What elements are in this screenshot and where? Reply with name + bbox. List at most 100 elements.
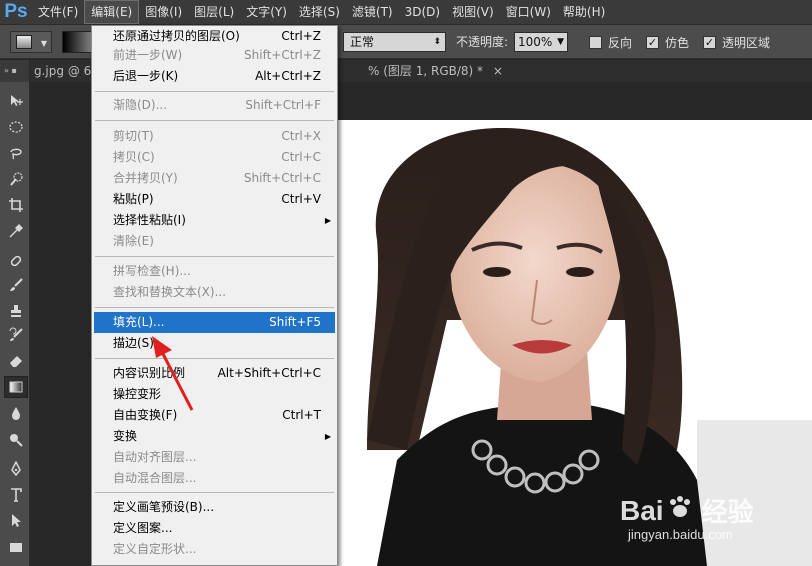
menu-item-puppet-warp[interactable]: 操控变形 — [94, 384, 335, 405]
menu-item-shortcut: Alt+Shift+Ctrl+C — [217, 366, 321, 380]
menu-item-label: 自动混合图层... — [113, 471, 197, 485]
menu-item-auto-blend-layers[interactable]: 自动混合图层... — [94, 468, 335, 489]
gradient-swatch[interactable] — [62, 31, 94, 53]
menu-item-spell-check[interactable]: 拼写检查(H)... — [94, 261, 335, 282]
stepper-arrows-icon: ⬍ — [433, 37, 441, 47]
document-tab-active[interactable]: % (图层 1, RGB/8) * × — [368, 60, 503, 82]
menu-item-clear[interactable]: 清除(E) — [94, 231, 335, 252]
menu-item-shortcut: Ctrl+V — [281, 192, 321, 206]
close-icon[interactable]: × — [493, 64, 503, 78]
menu-item-free-transform[interactable]: 自由变换(F) Ctrl+T — [94, 405, 335, 426]
menu-item-define-custom-shape[interactable]: 定义自定形状... — [94, 539, 335, 560]
menu-item-shortcut: Shift+Ctrl+C — [243, 171, 321, 185]
type-tool-icon[interactable] — [4, 484, 28, 506]
opacity-label: 不透明度: — [456, 35, 509, 49]
menu-item-label: 选择性粘贴(I) — [113, 213, 186, 227]
document-tab-left[interactable]: g.jpg @ 66 — [34, 60, 99, 82]
menu-item-label: 拼写检查(H)... — [113, 264, 191, 278]
menu-item-auto-align-layers[interactable]: 自动对齐图层... — [94, 447, 335, 468]
menu-item-step-forward[interactable]: 前进一步(W) Shift+Ctrl+Z — [94, 45, 335, 66]
menu-item-label: 变换 — [113, 429, 138, 443]
menu-item-transform[interactable]: 变换 ▶ — [94, 426, 335, 447]
photoshop-window: Ps 文件(F) 编辑(E) 图像(I) 图层(L) 文字(Y) 选择(S) 滤… — [0, 0, 812, 566]
menu-item-paste[interactable]: 粘贴(P) Ctrl+V — [94, 189, 335, 210]
menu-separator — [95, 358, 334, 359]
menu-item-shortcut: Ctrl+C — [281, 150, 321, 164]
quick-select-tool-icon[interactable] — [4, 168, 28, 190]
menu-filter[interactable]: 滤镜(T) — [346, 0, 399, 25]
clone-stamp-tool-icon[interactable] — [4, 300, 28, 322]
mode-select[interactable]: 正常 ⬍ — [343, 32, 446, 52]
menu-item-shortcut: Alt+Ctrl+Z — [255, 69, 321, 83]
transparency-label: 透明区域 — [722, 36, 771, 50]
pen-tool-icon[interactable] — [4, 458, 28, 480]
menu-item-shortcut: Ctrl+T — [282, 408, 321, 422]
edit-menu-dropdown: 还原通过拷贝的图层(O) Ctrl+Z 前进一步(W) Shift+Ctrl+Z… — [91, 25, 338, 566]
brush-tool-icon[interactable] — [4, 274, 28, 296]
menu-separator — [95, 120, 334, 121]
menu-image[interactable]: 图像(I) — [139, 0, 188, 25]
submenu-arrow-icon: ▶ — [324, 216, 331, 225]
dither-checkbox[interactable]: ✓ 仿色 — [646, 34, 689, 51]
gradient-tool-icon[interactable] — [4, 376, 28, 398]
panel-collapse-icon[interactable]: » ▪ — [0, 60, 29, 82]
crop-tool-icon[interactable] — [4, 194, 28, 216]
tool-preset-picker[interactable]: ▼ — [10, 31, 52, 53]
menu-item-label: 清除(E) — [113, 234, 154, 248]
marquee-tool-icon[interactable] — [4, 116, 28, 138]
lasso-tool-icon[interactable] — [4, 142, 28, 164]
menu-item-copy[interactable]: 拷贝(C) Ctrl+C — [94, 147, 335, 168]
menu-item-fill[interactable]: 填充(L)... Shift+F5 — [94, 312, 335, 333]
menu-select[interactable]: 选择(S) — [293, 0, 346, 25]
chevron-down-icon: ▼ — [557, 37, 564, 47]
menu-item-step-backward[interactable]: 后退一步(K) Alt+Ctrl+Z — [94, 66, 335, 87]
menu-item-define-brush[interactable]: 定义画笔预设(B)... — [94, 497, 335, 518]
menu-help[interactable]: 帮助(H) — [557, 0, 611, 25]
menu-item-content-aware-scale[interactable]: 内容识别比例 Alt+Shift+Ctrl+C — [94, 363, 335, 384]
menu-item-shortcut: Shift+Ctrl+Z — [244, 48, 321, 62]
menu-item-undo[interactable]: 还原通过拷贝的图层(O) Ctrl+Z — [94, 26, 335, 47]
checkbox-box: ✓ — [646, 36, 659, 49]
gradient-tool-icon — [16, 35, 32, 49]
dodge-tool-icon[interactable] — [4, 428, 28, 450]
menu-window[interactable]: 窗口(W) — [500, 0, 557, 25]
menu-item-cut[interactable]: 剪切(T) Ctrl+X — [94, 126, 335, 147]
red-arrow-annotation — [152, 336, 194, 411]
reverse-label: 反向 — [608, 36, 633, 50]
menu-item-fade[interactable]: 渐隐(D)... Shift+Ctrl+F — [94, 95, 335, 116]
menu-item-label: 查找和替换文本(X)... — [113, 285, 227, 299]
tools-panel: » ▪ — [0, 60, 30, 566]
move-tool-icon[interactable] — [4, 90, 28, 112]
menu-item-paste-special[interactable]: 选择性粘贴(I) ▶ — [94, 210, 335, 231]
menu-3d[interactable]: 3D(D) — [399, 0, 446, 25]
menu-item-find-replace[interactable]: 查找和替换文本(X)... — [94, 282, 335, 303]
blur-tool-icon[interactable] — [4, 402, 28, 424]
menu-item-label: 合并拷贝(Y) — [113, 171, 178, 185]
menu-item-shortcut: Ctrl+Z — [281, 29, 321, 43]
menu-view[interactable]: 视图(V) — [446, 0, 500, 25]
transparency-checkbox[interactable]: ✓ 透明区域 — [703, 34, 770, 51]
reverse-checkbox[interactable]: 反向 — [589, 34, 632, 51]
menu-separator — [95, 91, 334, 92]
menu-separator — [95, 256, 334, 257]
menu-item-copy-merged[interactable]: 合并拷贝(Y) Shift+Ctrl+C — [94, 168, 335, 189]
rectangle-tool-icon[interactable] — [4, 536, 28, 558]
menu-type[interactable]: 文字(Y) — [240, 0, 293, 25]
path-selection-tool-icon[interactable] — [4, 510, 28, 532]
mode-value: 正常 — [350, 35, 375, 49]
menu-layer[interactable]: 图层(L) — [188, 0, 240, 25]
menu-item-stroke[interactable]: 描边(S)... — [94, 333, 335, 354]
menu-item-shortcut: Shift+Ctrl+F — [245, 98, 321, 112]
opacity-field[interactable]: 100% ▼ — [514, 32, 568, 52]
ps-logo[interactable]: Ps — [0, 0, 32, 25]
menu-item-define-pattern[interactable]: 定义图案... — [94, 518, 335, 539]
menu-item-label: 还原通过拷贝的图层(O) — [113, 29, 240, 43]
history-brush-tool-icon[interactable] — [4, 324, 28, 346]
menu-file[interactable]: 文件(F) — [32, 0, 84, 25]
menu-item-label: 渐隐(D)... — [113, 98, 168, 112]
watermark-url: jingyan.baidu.com — [628, 527, 733, 542]
menu-edit[interactable]: 编辑(E) — [84, 0, 140, 24]
eraser-tool-icon[interactable] — [4, 350, 28, 372]
eyedropper-tool-icon[interactable] — [4, 220, 28, 242]
healing-brush-tool-icon[interactable] — [4, 250, 28, 272]
